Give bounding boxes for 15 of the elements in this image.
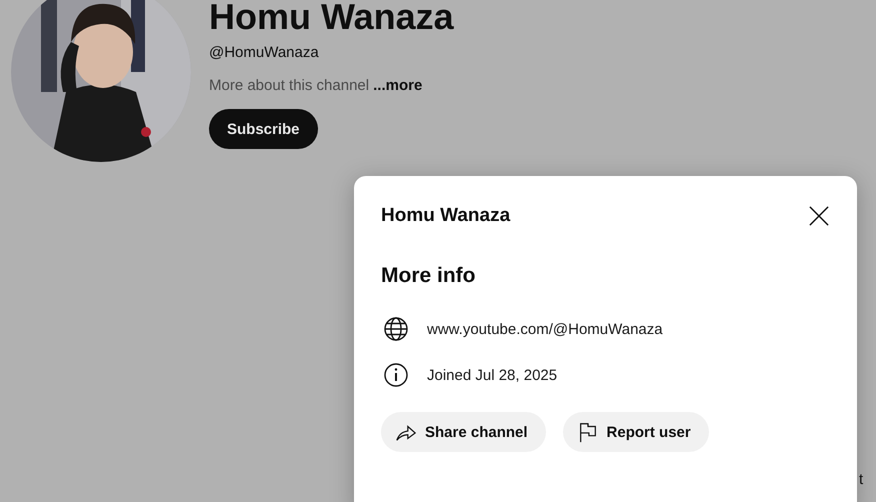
share-channel-button[interactable]: Share channel <box>381 412 546 452</box>
globe-icon <box>384 317 408 341</box>
section-heading: More info <box>381 264 476 288</box>
info-icon <box>384 363 408 387</box>
report-user-button[interactable]: Report user <box>562 412 709 452</box>
channel-url: www.youtube.com/@HomuWanaza <box>427 320 663 338</box>
dialog-title: Homu Wanaza <box>381 205 510 227</box>
close-icon[interactable] <box>809 206 829 226</box>
channel-handle: @HomuWanaza <box>209 44 319 61</box>
subscribe-button[interactable]: Subscribe <box>209 109 318 149</box>
joined-date: Joined Jul 28, 2025 <box>427 366 558 384</box>
channel-description: More about this channel <box>209 77 370 94</box>
channel-name: Homu Wanaza <box>209 0 454 34</box>
text-fragment: t <box>859 471 864 488</box>
more-link[interactable]: ...more <box>373 77 422 94</box>
